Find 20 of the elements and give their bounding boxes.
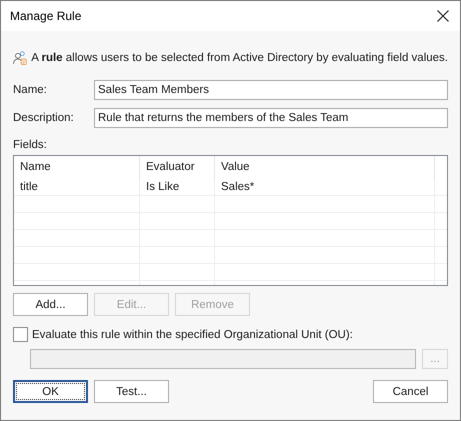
description-label: Description: [13,112,75,124]
table-cell: Sales* [215,179,435,196]
name-label: Name: [13,84,48,96]
checkbox[interactable] [13,327,28,342]
dialog-button[interactable]: Test... [94,380,169,403]
ou-checkbox-label: Evaluate this rule within the specified Organizational Unit (OU): [32,328,353,340]
name-field[interactable]: Sales Team Members [94,80,448,100]
intro-text: A rule allows users to be selected from Active Directory by evaluating field values. [31,52,448,64]
dialog-button[interactable]: Cancel [373,380,448,403]
description-field[interactable]: Rule that returns the members of the Sales Team [94,108,448,128]
table-cell: Is Like [140,179,215,196]
column-header[interactable]: Value [215,156,435,179]
column-header[interactable]: Evaluator [140,156,215,179]
table-cell: title [14,179,140,196]
column-header[interactable]: Name [14,156,140,179]
fields-label: Fields: [13,139,47,151]
close-icon[interactable] [437,10,449,22]
dialog-button[interactable]: OK [13,380,88,403]
window-title: Manage Rule [10,9,82,23]
field-button[interactable]: Add... [13,293,88,316]
